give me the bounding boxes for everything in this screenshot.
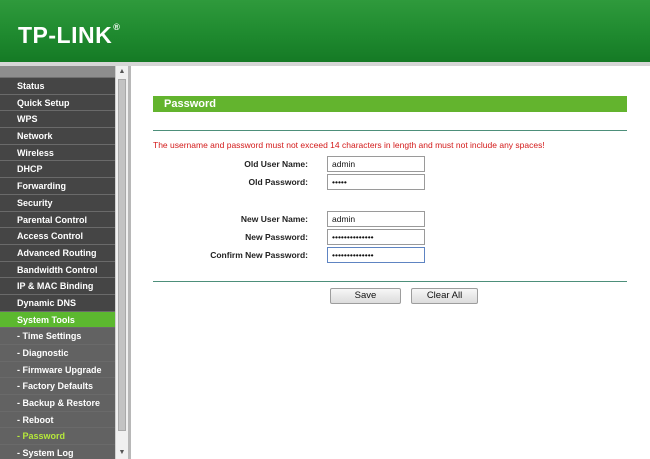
old-password-row: Old Password: — [153, 174, 627, 191]
tp-link-logo: TP-LINK® — [18, 22, 120, 49]
new-password-label: New Password: — [245, 232, 308, 242]
logo-registered-mark: ® — [113, 22, 121, 32]
sidebar-item-advanced-routing[interactable]: Advanced Routing — [0, 244, 115, 262]
sidebar-menu: Status Quick Setup WPS Network Wireless DHCP F… — [0, 66, 115, 459]
header-banner: TP-LINK® — [0, 0, 650, 62]
new-user-name-row: New User Name: — [153, 211, 627, 228]
page-title: Password — [153, 96, 627, 112]
sidebar-item-factory-defaults[interactable]: - Factory Defaults — [0, 378, 115, 396]
old-password-label: Old Password: — [248, 177, 308, 187]
old-user-name-input[interactable] — [327, 156, 425, 172]
logo-text: TP-LINK — [18, 22, 113, 48]
sidebar-item-system-tools[interactable]: System Tools — [0, 311, 115, 329]
main-panel: Password The username and password must … — [128, 66, 650, 459]
scroll-down-arrow-icon[interactable]: ▼ — [116, 447, 128, 459]
confirm-new-password-row: Confirm New Password: — [153, 247, 627, 264]
sidebar-item-parental-control[interactable]: Parental Control — [0, 211, 115, 229]
sidebar-item-reboot[interactable]: - Reboot — [0, 411, 115, 429]
new-user-name-input[interactable] — [327, 211, 425, 227]
clear-all-button[interactable]: Clear All — [411, 288, 478, 304]
sidebar-scrollbar[interactable]: ▲ ▼ — [115, 66, 128, 459]
old-password-input[interactable] — [327, 174, 425, 190]
sidebar-item-wps[interactable]: WPS — [0, 111, 115, 129]
bottom-divider — [153, 281, 627, 282]
new-password-input[interactable] — [327, 229, 425, 245]
confirm-new-password-input[interactable] — [327, 247, 425, 263]
sidebar-item-security[interactable]: Security — [0, 194, 115, 212]
sidebar-item-time-settings[interactable]: - Time Settings — [0, 328, 115, 345]
sidebar: Status Quick Setup WPS Network Wireless DHCP F… — [0, 66, 128, 459]
sidebar-item-diagnostic[interactable]: - Diagnostic — [0, 345, 115, 362]
sidebar-item-password[interactable]: - Password — [0, 428, 115, 446]
sidebar-item-network[interactable]: Network — [0, 128, 115, 145]
warning-message: The username and password must not excee… — [153, 140, 545, 150]
old-user-name-row: Old User Name: — [153, 156, 627, 173]
scroll-thumb[interactable] — [118, 79, 126, 431]
sidebar-item-forwarding[interactable]: Forwarding — [0, 178, 115, 195]
confirm-new-password-label: Confirm New Password: — [210, 250, 308, 260]
sidebar-item-ip-and-mac-binding[interactable]: IP & MAC Binding — [0, 278, 115, 295]
scroll-up-arrow-icon[interactable]: ▲ — [116, 66, 128, 78]
save-button[interactable]: Save — [330, 288, 401, 304]
sidebar-item-bandwidth-control[interactable]: Bandwidth Control — [0, 261, 115, 279]
sidebar-item-access-control[interactable]: Access Control — [0, 228, 115, 245]
new-user-name-label: New User Name: — [240, 214, 308, 224]
sidebar-item-wireless[interactable]: Wireless — [0, 144, 115, 162]
sidebar-item-status[interactable]: Status — [0, 78, 115, 95]
sidebar-item-system-log[interactable]: - System Log — [0, 445, 115, 459]
old-user-name-label: Old User Name: — [244, 159, 308, 169]
sidebar-item-dhcp[interactable]: DHCP — [0, 161, 115, 179]
sidebar-item-firmware-upgrade[interactable]: - Firmware Upgrade — [0, 361, 115, 379]
new-password-row: New Password: — [153, 229, 627, 246]
sidebar-item-backup-and-restore[interactable]: - Backup & Restore — [0, 395, 115, 412]
menu-top-spacer — [0, 66, 115, 78]
sidebar-item-dynamic-dns[interactable]: Dynamic DNS — [0, 294, 115, 312]
top-divider — [153, 130, 627, 131]
sidebar-item-quick-setup[interactable]: Quick Setup — [0, 94, 115, 112]
